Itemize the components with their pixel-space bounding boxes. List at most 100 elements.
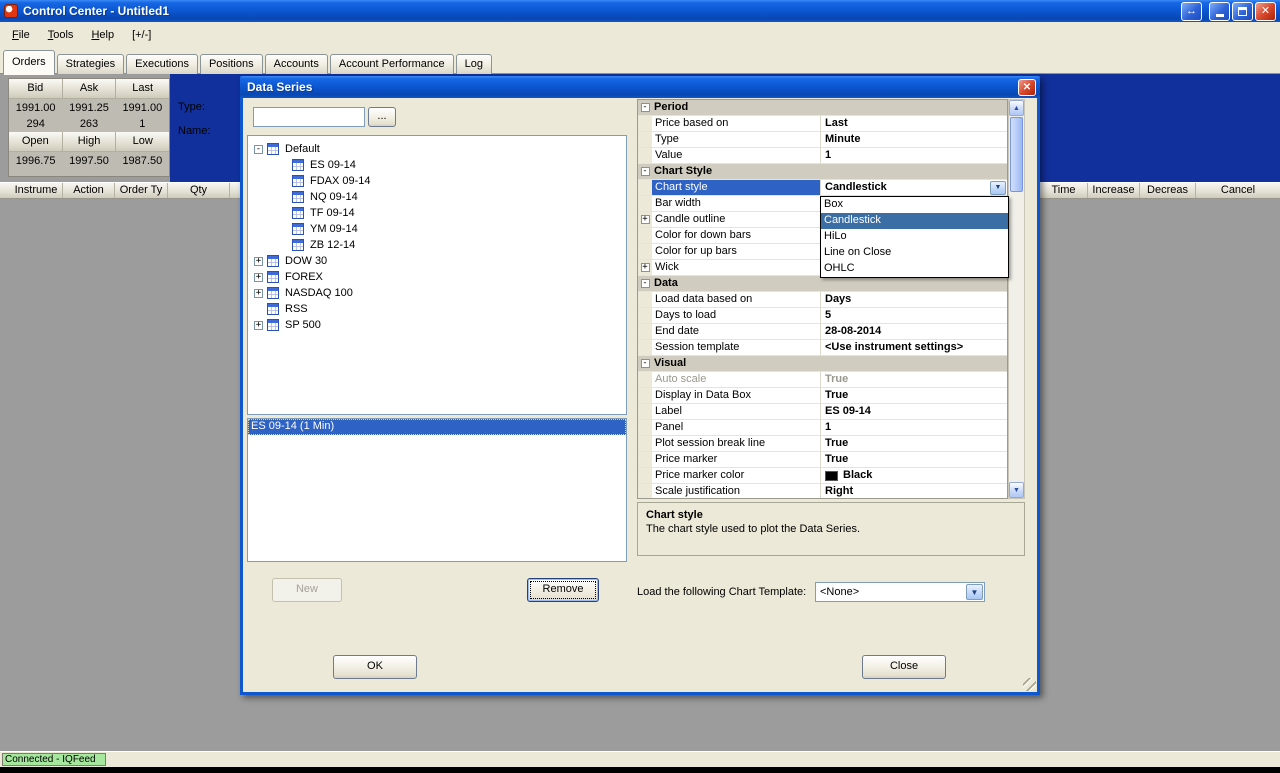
browse-button[interactable]: ... bbox=[368, 107, 396, 127]
property-value[interactable]: True bbox=[821, 436, 1007, 451]
property-value[interactable]: 5 bbox=[821, 308, 1007, 323]
property-name[interactable]: Type bbox=[652, 132, 821, 147]
property-name[interactable]: Scale justification bbox=[652, 484, 821, 498]
resize-grip[interactable] bbox=[1023, 678, 1036, 691]
expand-icon[interactable]: + bbox=[254, 288, 263, 298]
property-name[interactable]: Display in Data Box bbox=[652, 388, 821, 403]
property-row-scale-justification[interactable]: Scale justification Right bbox=[638, 484, 1007, 498]
tree-item-forex[interactable]: + FOREX bbox=[248, 269, 626, 285]
property-row-panel[interactable]: Panel 1 bbox=[638, 420, 1007, 436]
category-chart-style[interactable]: - Chart Style bbox=[638, 164, 1007, 180]
maximize-button[interactable] bbox=[1232, 1, 1253, 21]
property-row-price-marker-color[interactable]: Price marker color Black bbox=[638, 468, 1007, 484]
tree-item-default[interactable]: - Default bbox=[248, 141, 626, 157]
tree-item-label[interactable]: NASDAQ 100 bbox=[283, 287, 355, 299]
ok-button[interactable]: OK bbox=[333, 655, 417, 679]
remove-button[interactable]: Remove bbox=[527, 578, 599, 602]
dropdown-option-ohlc[interactable]: OHLC bbox=[821, 261, 1008, 277]
collapse-icon[interactable]: - bbox=[640, 279, 650, 288]
property-row-label[interactable]: Label ES 09-14 bbox=[638, 404, 1007, 420]
dialog-close-button[interactable]: ✕ bbox=[1018, 78, 1036, 96]
tree-item-label[interactable]: ES 09-14 bbox=[308, 159, 358, 171]
tree-item-rss[interactable]: RSS bbox=[248, 301, 626, 317]
tree-item-zb[interactable]: ZB 12-14 bbox=[248, 237, 626, 253]
expand-icon[interactable]: + bbox=[254, 256, 263, 266]
property-name[interactable]: Session template bbox=[652, 340, 821, 355]
chart-template-combo[interactable]: <None> ▼ bbox=[815, 582, 985, 602]
collapse-icon[interactable]: - bbox=[254, 144, 263, 154]
tab-accounts[interactable]: Accounts bbox=[264, 54, 328, 74]
property-row-type[interactable]: Type Minute bbox=[638, 132, 1007, 148]
category-visual[interactable]: - Visual bbox=[638, 356, 1007, 372]
dialog-close-action-button[interactable]: Close bbox=[862, 655, 946, 679]
property-name-selected[interactable]: Chart style bbox=[652, 180, 821, 195]
property-value[interactable]: True bbox=[821, 388, 1007, 403]
category-period[interactable]: - Period bbox=[638, 100, 1007, 116]
property-row-chart-style[interactable]: Chart style Candlestick ▼ bbox=[638, 180, 1007, 196]
tree-item-label[interactable]: Default bbox=[283, 143, 322, 155]
instrument-search-input[interactable] bbox=[253, 107, 365, 127]
property-name[interactable]: Days to load bbox=[652, 308, 821, 323]
property-value[interactable]: Days bbox=[821, 292, 1007, 307]
tree-item-label[interactable]: FDAX 09-14 bbox=[308, 175, 373, 187]
property-name[interactable]: Bar width bbox=[652, 196, 821, 211]
scroll-up-button[interactable]: ▲ bbox=[1009, 100, 1024, 116]
instrument-link-button[interactable]: ↔ bbox=[1181, 1, 1202, 21]
tab-orders[interactable]: Orders bbox=[3, 50, 55, 75]
tree-item-label[interactable]: YM 09-14 bbox=[308, 223, 360, 235]
tree-item-label[interactable]: DOW 30 bbox=[283, 255, 329, 267]
expand-icon[interactable]: + bbox=[254, 272, 263, 282]
tree-item-nq[interactable]: NQ 09-14 bbox=[248, 189, 626, 205]
tree-item-label[interactable]: FOREX bbox=[283, 271, 325, 283]
property-name[interactable]: Load data based on bbox=[652, 292, 821, 307]
category-data[interactable]: - Data bbox=[638, 276, 1007, 292]
property-value[interactable]: Black bbox=[821, 468, 1007, 483]
property-name[interactable]: Price marker color bbox=[652, 468, 821, 483]
scrollbar-thumb[interactable] bbox=[1010, 117, 1023, 192]
property-row-load-data-based-on[interactable]: Load data based on Days bbox=[638, 292, 1007, 308]
property-row-days-to-load[interactable]: Days to load 5 bbox=[638, 308, 1007, 324]
property-name[interactable]: Candle outline bbox=[652, 212, 821, 227]
property-grid-scrollbar[interactable]: ▲ ▼ bbox=[1008, 99, 1025, 499]
expand-icon[interactable]: + bbox=[640, 215, 650, 224]
property-name[interactable]: Color for down bars bbox=[652, 228, 821, 243]
property-value[interactable]: 1 bbox=[821, 148, 1007, 163]
property-value[interactable]: Right bbox=[821, 484, 1007, 498]
expand-icon[interactable]: + bbox=[254, 320, 263, 330]
property-row-price-marker[interactable]: Price marker True bbox=[638, 452, 1007, 468]
tree-item-label[interactable]: ZB 12-14 bbox=[308, 239, 357, 251]
property-name[interactable]: Plot session break line bbox=[652, 436, 821, 451]
property-value[interactable]: 1 bbox=[821, 420, 1007, 435]
property-name[interactable]: Wick bbox=[652, 260, 821, 275]
property-row-display-in-data-box[interactable]: Display in Data Box True bbox=[638, 388, 1007, 404]
dropdown-arrow-icon[interactable]: ▼ bbox=[966, 584, 983, 600]
property-name[interactable]: End date bbox=[652, 324, 821, 339]
dropdown-arrow-icon[interactable]: ▼ bbox=[990, 180, 1006, 195]
property-row-value[interactable]: Value 1 bbox=[638, 148, 1007, 164]
property-name[interactable]: Color for up bars bbox=[652, 244, 821, 259]
property-value[interactable]: True bbox=[821, 452, 1007, 467]
property-value[interactable]: <Use instrument settings> bbox=[821, 340, 1007, 355]
dropdown-option-line-on-close[interactable]: Line on Close bbox=[821, 245, 1008, 261]
dropdown-option-candlestick[interactable]: Candlestick bbox=[821, 213, 1008, 229]
tree-item-fdax[interactable]: FDAX 09-14 bbox=[248, 173, 626, 189]
tree-item-label[interactable]: SP 500 bbox=[283, 319, 323, 331]
minimize-button[interactable] bbox=[1209, 1, 1230, 21]
menu-tools[interactable]: Tools bbox=[39, 25, 83, 45]
property-value[interactable]: Minute bbox=[821, 132, 1007, 147]
dropdown-option-hilo[interactable]: HiLo bbox=[821, 229, 1008, 245]
tree-item-ym[interactable]: YM 09-14 bbox=[248, 221, 626, 237]
tab-positions[interactable]: Positions bbox=[199, 54, 263, 74]
property-name[interactable]: Panel bbox=[652, 420, 821, 435]
property-row-end-date[interactable]: End date 28-08-2014 bbox=[638, 324, 1007, 340]
property-value[interactable]: ES 09-14 bbox=[821, 404, 1007, 419]
tab-strategies[interactable]: Strategies bbox=[56, 54, 125, 74]
property-name[interactable]: Label bbox=[652, 404, 821, 419]
tree-item-nasdaq100[interactable]: + NASDAQ 100 bbox=[248, 285, 626, 301]
collapse-icon[interactable]: - bbox=[640, 359, 650, 368]
property-value[interactable]: 28-08-2014 bbox=[821, 324, 1007, 339]
property-name[interactable]: Price marker bbox=[652, 452, 821, 467]
tree-item-tf[interactable]: TF 09-14 bbox=[248, 205, 626, 221]
collapse-icon[interactable]: - bbox=[640, 103, 650, 112]
property-row-plot-session-break-line[interactable]: Plot session break line True bbox=[638, 436, 1007, 452]
